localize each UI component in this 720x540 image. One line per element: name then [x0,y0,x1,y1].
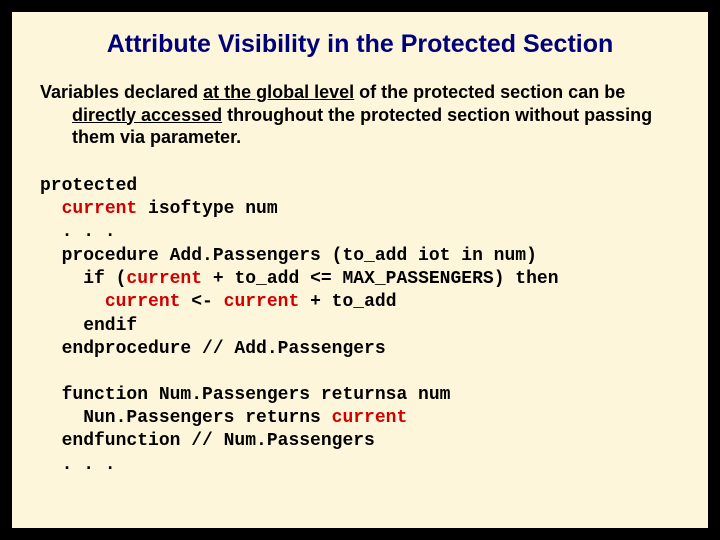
code-highlight: current [62,199,138,219]
code-highlight: current [105,292,181,312]
code-highlight: current [332,408,408,428]
code-highlight: current [126,269,202,289]
code-line: . . . [40,222,116,242]
underline-run: directly accessed [72,105,222,125]
body-paragraph: Variables declared at the global level o… [40,81,680,149]
code-highlight: current [224,292,300,312]
slide-title: Attribute Visibility in the Protected Se… [40,30,680,59]
code-run: + to_add <= MAX_PASSENGERS) then [202,269,558,289]
code-line: . . . [40,455,116,475]
code-run: if ( [40,269,126,289]
code-run: + to_add [299,292,396,312]
slide-frame: Attribute Visibility in the Protected Se… [0,0,720,540]
body-line: Variables declared at the global level o… [40,81,680,149]
code-line: endif [40,316,137,336]
underline-run: at the global level [203,82,354,102]
code-line: procedure Add.Passengers (to_add iot in … [40,246,537,266]
slide: Attribute Visibility in the Protected Se… [10,10,710,530]
code-run: isoftype num [137,199,277,219]
code-run [40,292,105,312]
code-line: endprocedure // Add.Passengers [40,339,386,359]
code-block-1: protected current isoftype num . . . pro… [40,175,680,362]
code-run: <- [180,292,223,312]
code-line: function Num.Passengers returnsa num [40,385,450,405]
text-run: Variables declared [40,82,203,102]
code-block-2: function Num.Passengers returnsa num Nun… [40,384,680,478]
code-line: protected [40,176,137,196]
code-line: endfunction // Num.Passengers [40,431,375,451]
code-run [40,199,62,219]
text-run: of the protected section can be [354,82,625,102]
code-run: Nun.Passengers returns [40,408,332,428]
